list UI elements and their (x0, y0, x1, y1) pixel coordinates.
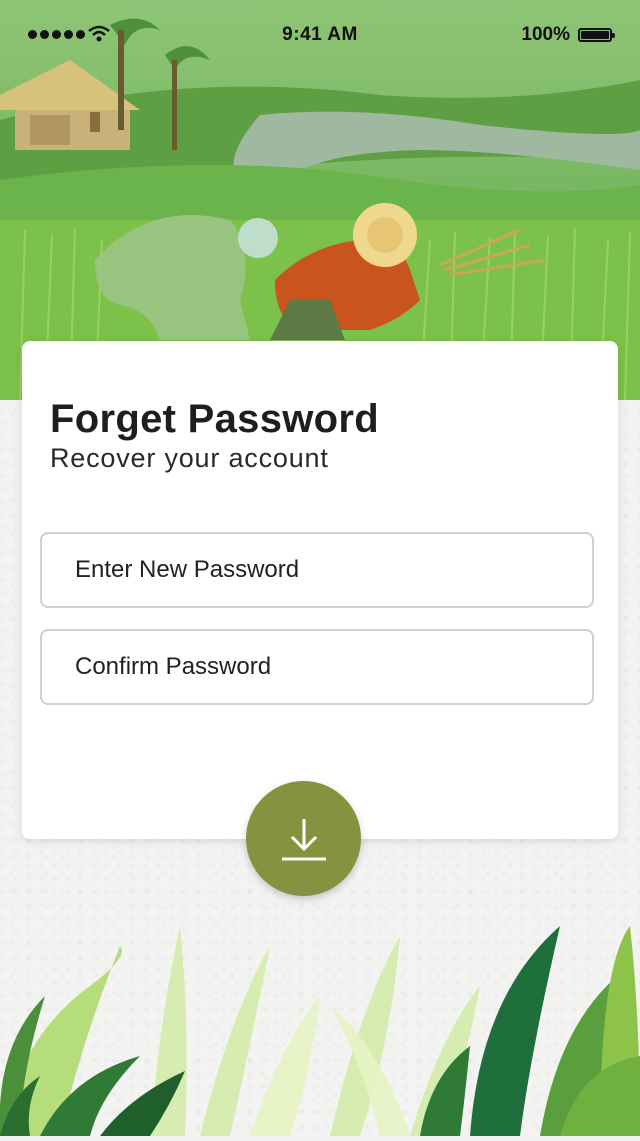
new-password-input[interactable] (42, 534, 592, 606)
download-icon (281, 818, 326, 860)
battery-icon (578, 28, 615, 42)
page-title: Forget Password (50, 397, 380, 441)
battery-percentage: 100% (521, 24, 570, 45)
status-bar: 9:41 AM 100% (0, 0, 640, 70)
page-subtitle: Recover your account (50, 443, 329, 473)
confirm-password-input[interactable] (42, 631, 592, 703)
foliage-decoration (0, 896, 640, 1136)
forget-password-card: Forget Password Recover your account (22, 341, 618, 839)
confirm-password-field-container (40, 629, 594, 705)
new-password-field-container (40, 532, 594, 608)
submit-button[interactable] (246, 781, 361, 896)
